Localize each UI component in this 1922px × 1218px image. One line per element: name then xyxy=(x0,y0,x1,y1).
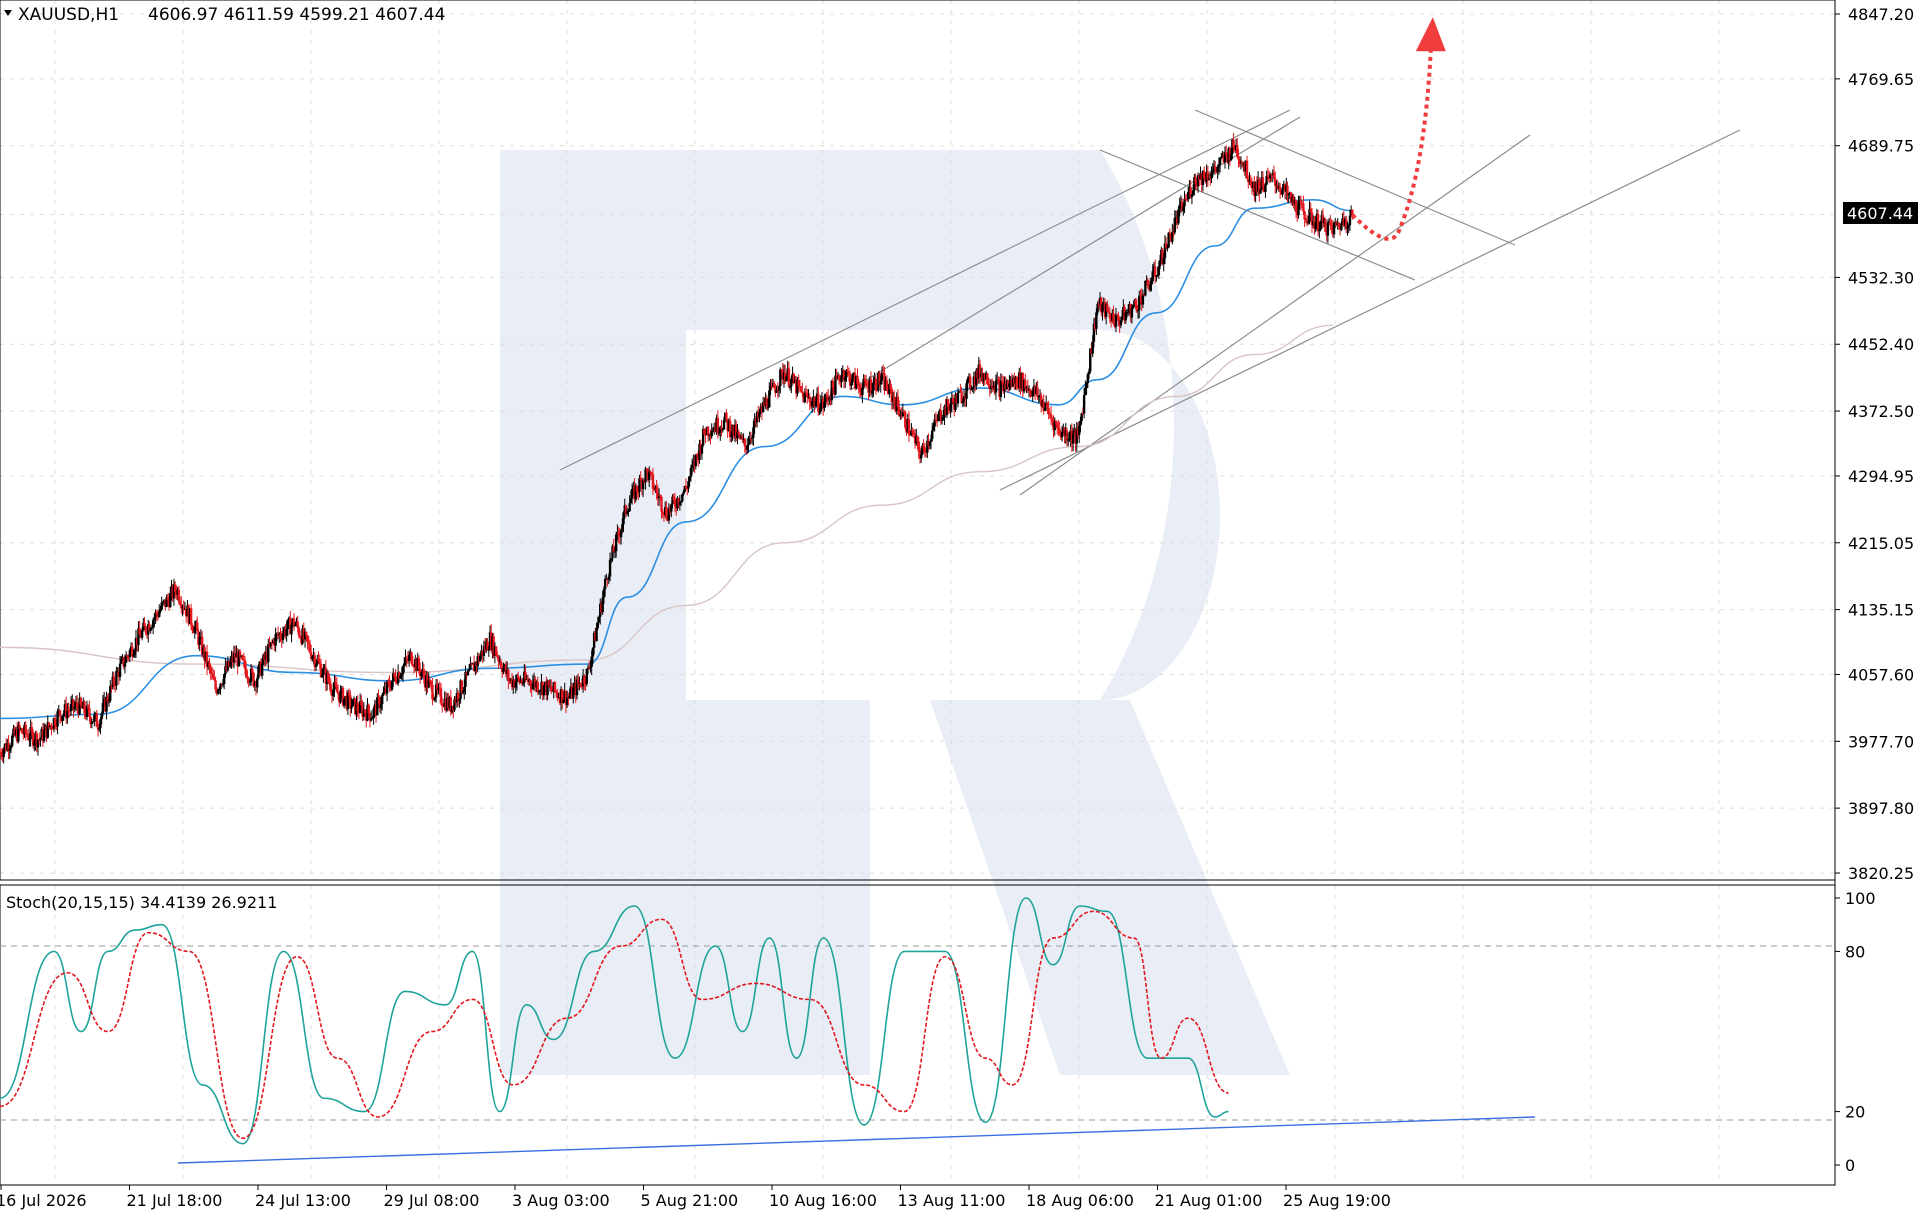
candle xyxy=(700,445,704,460)
stoch-tick-label: 0 xyxy=(1845,1156,1855,1175)
ohlc-label: 4606.97 4611.59 4599.21 4607.44 xyxy=(148,5,445,25)
stoch-label: Stoch(20,15,15) 34.4139 26.9211 xyxy=(6,893,277,912)
flag-upper-line xyxy=(1194,109,1516,246)
price-tick-label: 4057.60 xyxy=(1848,665,1914,684)
candle xyxy=(1324,218,1327,233)
watermark-logo xyxy=(500,150,1290,1075)
time-tick-label: 25 Aug 19:00 xyxy=(1283,1191,1391,1210)
stoch-axis: 100 80 20 0 xyxy=(1835,889,1876,1175)
price-tick-label: 4689.75 xyxy=(1848,137,1914,156)
time-tick-label: 29 Jul 08:00 xyxy=(384,1191,480,1210)
time-tick-label: 24 Jul 13:00 xyxy=(255,1191,351,1210)
stoch-support-line xyxy=(177,1116,1536,1164)
stoch-tick-label: 80 xyxy=(1845,942,1865,961)
symbol-label: XAUUSD,H1 xyxy=(18,5,119,25)
price-tick-label: 4372.50 xyxy=(1848,402,1914,421)
time-tick-label: 16 Jul 2026 xyxy=(0,1191,87,1210)
time-tick-label: 21 Aug 01:00 xyxy=(1155,1191,1263,1210)
time-tick-label: 10 Aug 16:00 xyxy=(769,1191,877,1210)
candle xyxy=(205,644,209,676)
time-tick-label: 18 Aug 06:00 xyxy=(1026,1191,1134,1210)
time-tick-label: 3 Aug 03:00 xyxy=(512,1191,610,1210)
forecast-arrow-head xyxy=(1415,17,1446,52)
price-tick-label: 4452.40 xyxy=(1848,335,1914,354)
price-tick-label: 4215.05 xyxy=(1848,534,1914,553)
chart-canvas[interactable]: XAUUSD,H1 4606.97 4611.59 4599.21 4607.4… xyxy=(0,0,1922,1218)
candle xyxy=(292,613,296,631)
price-tick-label: 4532.30 xyxy=(1848,268,1914,287)
candle xyxy=(969,373,972,395)
price-axis: 4847.20 4769.65 4689.75 4532.30 4452.40 4372.… xyxy=(1835,5,1914,883)
time-tick-label: 13 Aug 11:00 xyxy=(898,1191,1006,1210)
stoch-panel-frame xyxy=(0,884,1836,1186)
time-tick-label: 5 Aug 21:00 xyxy=(641,1191,739,1210)
price-tick-label: 4769.65 xyxy=(1848,70,1914,89)
price-tick-label: 4847.20 xyxy=(1848,5,1914,24)
price-tick-label: 4294.95 xyxy=(1848,467,1914,486)
price-tick-label: 4135.15 xyxy=(1848,601,1914,620)
price-tick-label: 3977.70 xyxy=(1848,732,1914,751)
stoch-tick-label: 20 xyxy=(1845,1103,1865,1122)
dropdown-triangle-icon[interactable] xyxy=(4,10,12,16)
price-tick-label: 3897.80 xyxy=(1848,799,1914,818)
time-axis: 16 Jul 2026 21 Jul 18:00 24 Jul 13:00 29 Ju… xyxy=(0,1185,1391,1210)
price-tick-label: 3820.25 xyxy=(1848,864,1914,883)
candle xyxy=(1144,280,1147,297)
stoch-tick-label: 100 xyxy=(1845,889,1876,908)
forecast-arrow-path xyxy=(1350,49,1433,241)
time-tick-label: 21 Jul 18:00 xyxy=(127,1191,223,1210)
current-price-label: 4607.44 xyxy=(1847,204,1913,223)
